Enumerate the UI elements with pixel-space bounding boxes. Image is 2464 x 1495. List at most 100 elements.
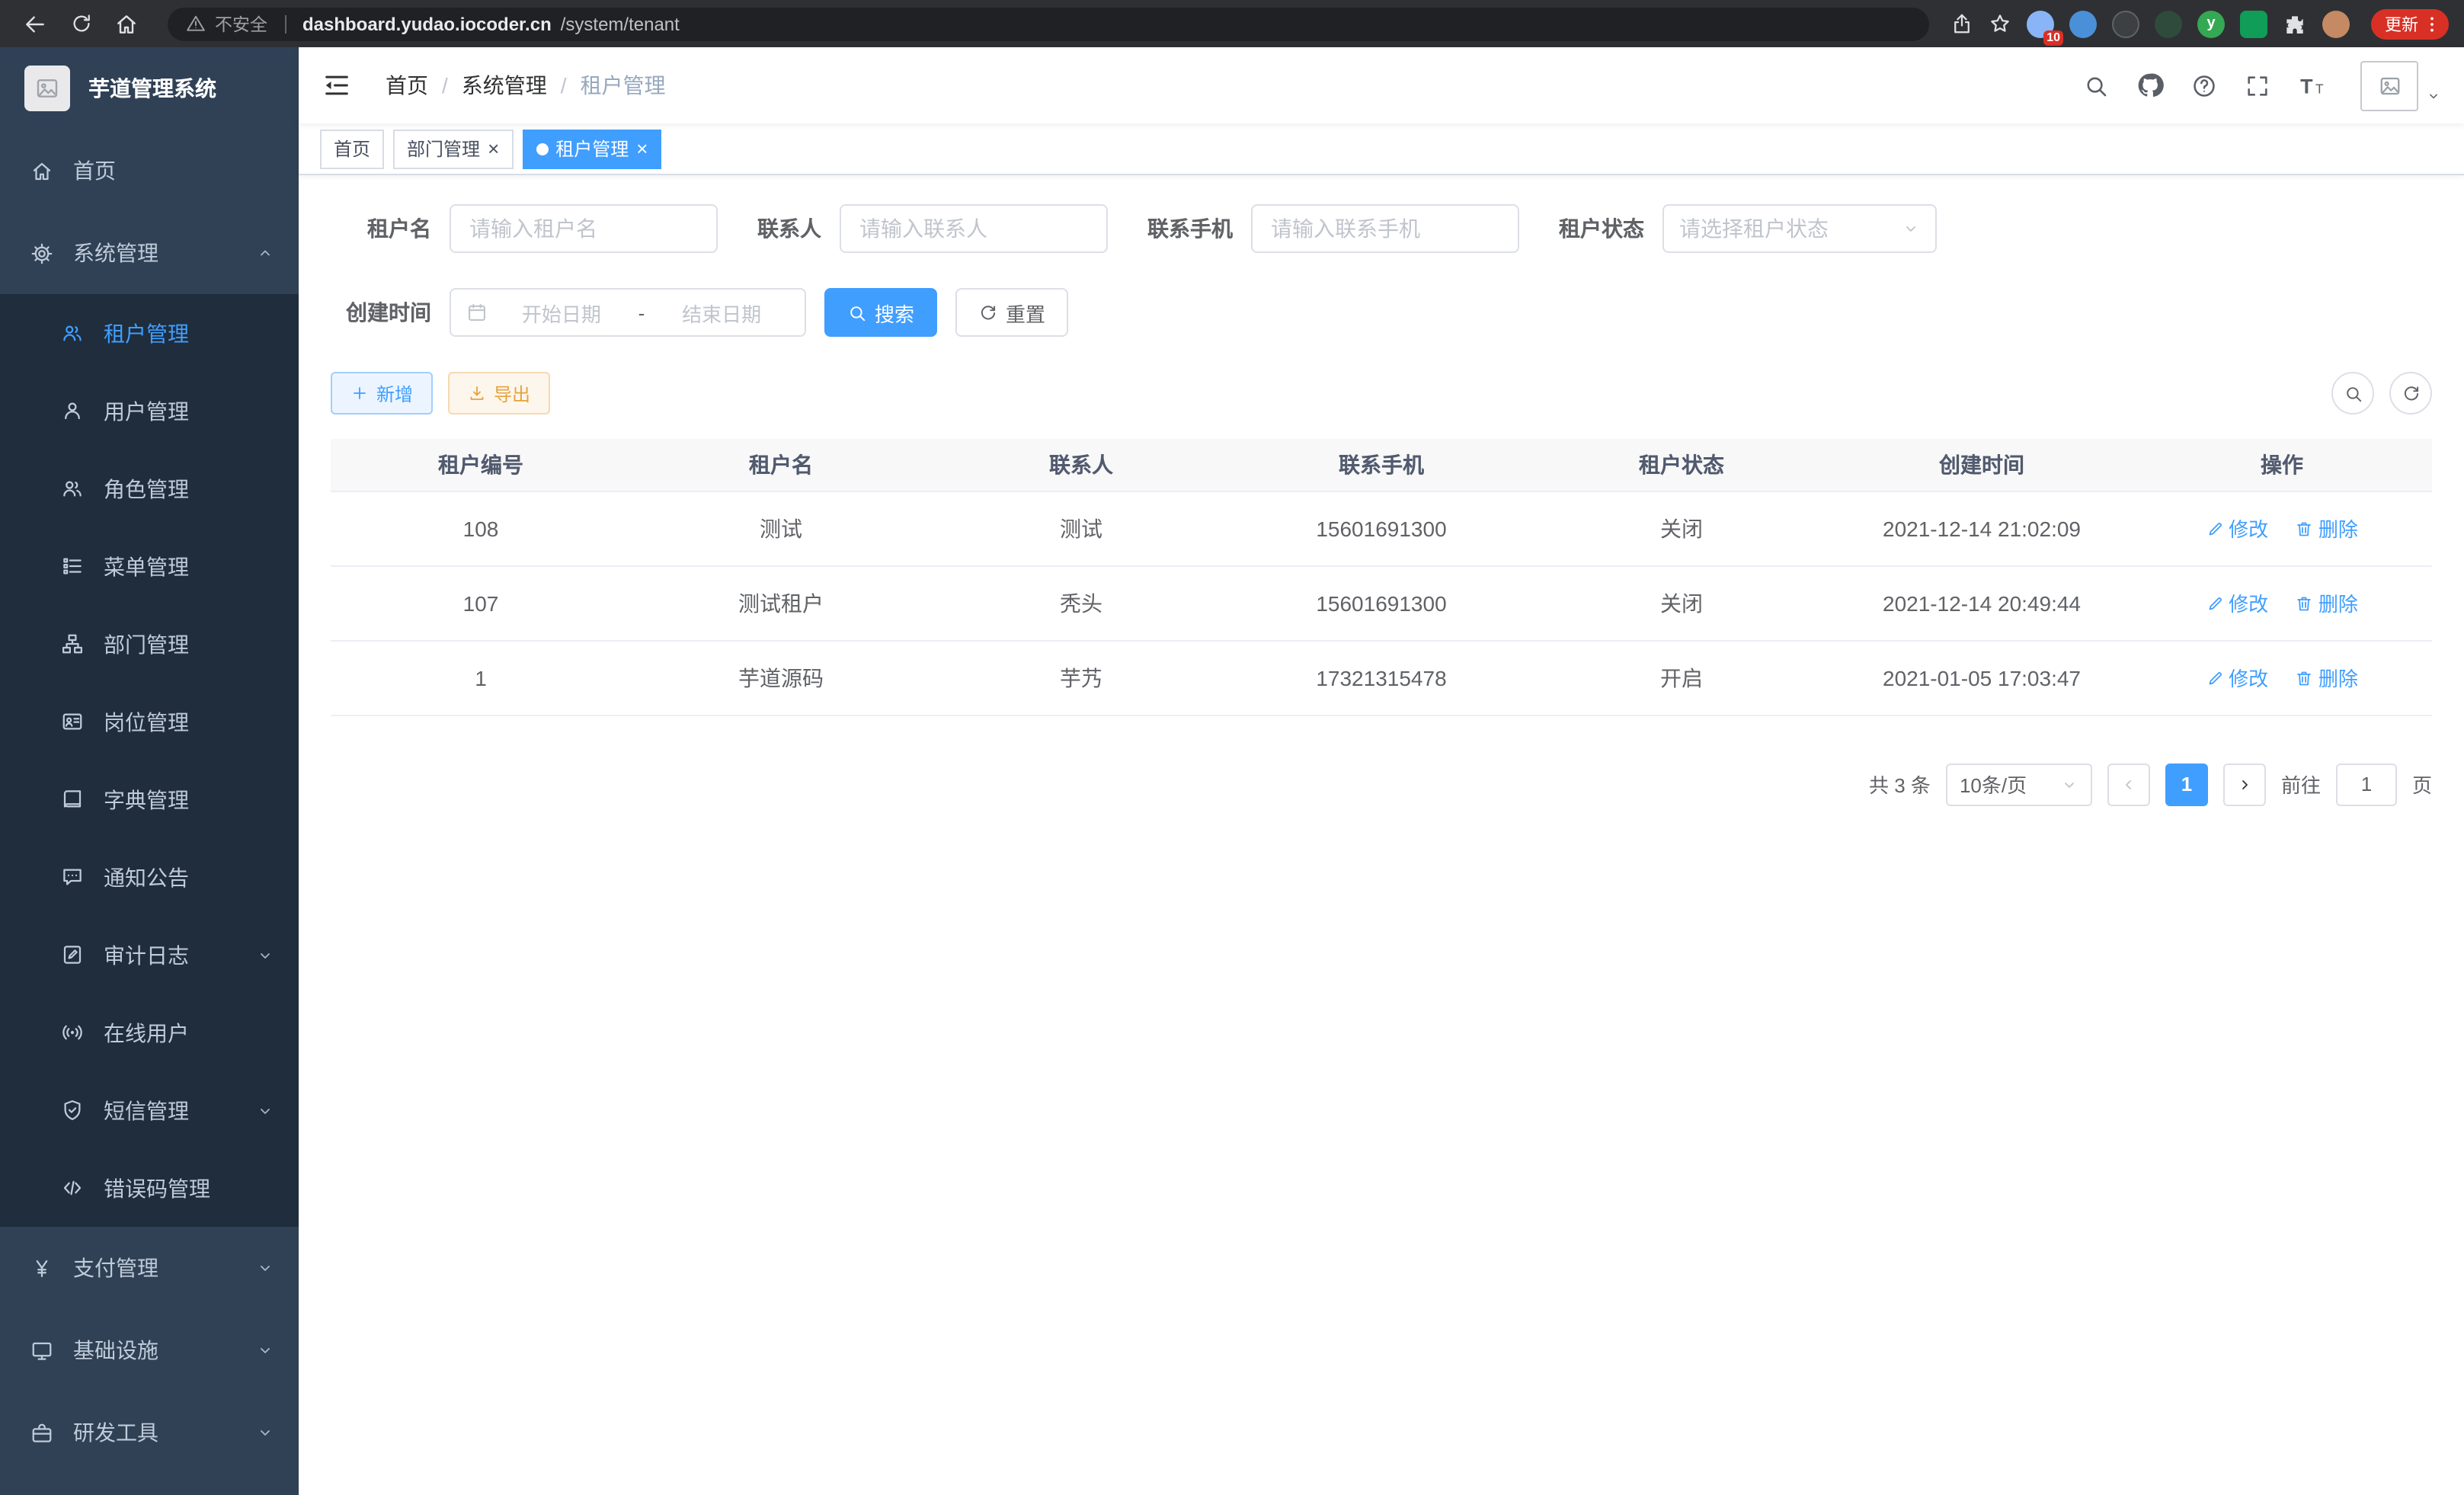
sidebar-item-role[interactable]: 角色管理 bbox=[0, 450, 299, 527]
tenant-name-input[interactable] bbox=[450, 204, 718, 253]
search-icon bbox=[847, 303, 867, 322]
sidebar-item-infra[interactable]: 基础设施 bbox=[0, 1309, 299, 1391]
tab-dept[interactable]: 部门管理 × bbox=[393, 129, 513, 168]
delete-link[interactable]: 删除 bbox=[2296, 663, 2358, 692]
sidebar-item-online-user[interactable]: 在线用户 bbox=[0, 994, 299, 1071]
dev-tools-icon bbox=[30, 1421, 53, 1444]
sidebar-menu: 首页 系统管理 租户管理 用户管理 角色管理 bbox=[0, 130, 299, 1474]
extension-icon-2[interactable] bbox=[2069, 10, 2097, 37]
sms-shield-icon bbox=[61, 1099, 84, 1122]
cell-contact: 秃头 bbox=[931, 565, 1231, 640]
sidebar-item-menu[interactable]: 菜单管理 bbox=[0, 527, 299, 605]
cell-tenant-name: 测试租户 bbox=[631, 565, 931, 640]
breadcrumb-system[interactable]: 系统管理 bbox=[462, 70, 547, 101]
contact-input[interactable] bbox=[840, 204, 1108, 253]
tab-tenant[interactable]: 租户管理 × bbox=[522, 129, 661, 168]
font-size-icon[interactable] bbox=[2298, 71, 2327, 100]
app-logo[interactable]: 芋道管理系统 bbox=[0, 47, 299, 130]
tags-view: 首页 部门管理 × 租户管理 × bbox=[299, 123, 2464, 175]
fullscreen-icon[interactable] bbox=[2245, 72, 2270, 98]
reset-button[interactable]: 重置 bbox=[955, 288, 1068, 337]
table-row: 1 芋道源码 芋艿 17321315478 开启 2021-01-05 17:0… bbox=[331, 640, 2432, 715]
page-unit-label: 页 bbox=[2412, 770, 2432, 799]
share-icon[interactable] bbox=[1950, 12, 1973, 35]
browser-home-icon[interactable] bbox=[107, 4, 146, 43]
bookmark-star-icon[interactable] bbox=[1989, 12, 2011, 35]
dict-book-icon bbox=[61, 788, 84, 811]
edit-link[interactable]: 修改 bbox=[2206, 514, 2268, 543]
cell-tenant-name: 测试 bbox=[631, 491, 931, 565]
sidebar-item-tenant[interactable]: 租户管理 bbox=[0, 294, 299, 372]
extension-icon-4[interactable] bbox=[2155, 10, 2182, 37]
prev-page-button[interactable] bbox=[2107, 763, 2150, 805]
table-row: 108 测试 测试 15601691300 关闭 2021-12-14 21:0… bbox=[331, 491, 2432, 565]
browser-toolbar-right: 10 y 更新 bbox=[1950, 8, 2449, 39]
goto-label: 前往 bbox=[2281, 770, 2321, 799]
delete-link[interactable]: 删除 bbox=[2296, 588, 2358, 617]
table-row: 107 测试租户 秃头 15601691300 关闭 2021-12-14 20… bbox=[331, 565, 2432, 640]
profile-avatar-icon[interactable] bbox=[2322, 10, 2350, 37]
browser-reload-icon[interactable] bbox=[61, 4, 101, 43]
close-icon[interactable]: × bbox=[636, 139, 648, 158]
edit-link[interactable]: 修改 bbox=[2206, 588, 2268, 617]
address-bar[interactable]: 不安全 dashboard.yudao.iocoder.cn/system/te… bbox=[168, 7, 1929, 40]
header-search-icon[interactable] bbox=[2083, 72, 2109, 98]
chevron-down-icon bbox=[256, 946, 274, 964]
sidebar-item-post[interactable]: 岗位管理 bbox=[0, 683, 299, 760]
extension-icon-1[interactable]: 10 bbox=[2027, 10, 2054, 37]
trash-icon bbox=[2296, 594, 2314, 612]
create-time-range-picker[interactable]: 开始日期 - 结束日期 bbox=[450, 288, 806, 337]
search-button[interactable]: 搜索 bbox=[824, 288, 937, 337]
total-count: 共 3 条 bbox=[1869, 770, 1931, 799]
extension-icon-5[interactable]: y bbox=[2197, 10, 2225, 37]
trash-icon bbox=[2296, 668, 2314, 687]
extension-icon-6[interactable] bbox=[2240, 10, 2267, 37]
sidebar-item-pay[interactable]: 支付管理 bbox=[0, 1227, 299, 1309]
main-content: 首页 / 系统管理 / 租户管理 bbox=[299, 47, 2464, 1495]
user-avatar bbox=[2360, 60, 2418, 110]
status-label: 租户状态 bbox=[1559, 213, 1644, 244]
tab-home[interactable]: 首页 bbox=[320, 129, 384, 168]
tenant-name-label: 租户名 bbox=[331, 213, 431, 244]
export-button[interactable]: 导出 bbox=[448, 372, 550, 415]
breadcrumb-home[interactable]: 首页 bbox=[386, 70, 428, 101]
next-page-button[interactable] bbox=[2223, 763, 2266, 805]
app-title: 芋道管理系统 bbox=[88, 73, 216, 104]
user-menu[interactable] bbox=[2360, 60, 2441, 110]
sidebar-toggle-icon[interactable] bbox=[322, 70, 352, 101]
page-1-button[interactable]: 1 bbox=[2165, 763, 2208, 805]
sidebar-item-dept[interactable]: 部门管理 bbox=[0, 605, 299, 683]
extension-icon-3[interactable] bbox=[2112, 10, 2139, 37]
phone-input[interactable] bbox=[1251, 204, 1519, 253]
browser-menu-dots-icon[interactable] bbox=[2421, 13, 2443, 34]
help-icon[interactable] bbox=[2191, 72, 2217, 98]
toggle-search-button[interactable] bbox=[2331, 372, 2374, 415]
goto-page-input[interactable] bbox=[2336, 763, 2397, 805]
browser-back-icon[interactable] bbox=[15, 4, 55, 43]
tenant-status-select[interactable]: 请选择租户状态 bbox=[1662, 204, 1937, 253]
sidebar-item-system[interactable]: 系统管理 bbox=[0, 212, 299, 294]
delete-link[interactable]: 删除 bbox=[2296, 514, 2358, 543]
sidebar-item-notice[interactable]: 通知公告 bbox=[0, 838, 299, 916]
sidebar-item-user[interactable]: 用户管理 bbox=[0, 372, 299, 450]
browser-update-button[interactable]: 更新 bbox=[2371, 8, 2449, 39]
plus-icon bbox=[350, 384, 369, 402]
page-size-select[interactable]: 10条/页 bbox=[1946, 763, 2092, 805]
sidebar-item-audit-log[interactable]: 审计日志 bbox=[0, 916, 299, 994]
sidebar-item-error-code[interactable]: 错误码管理 bbox=[0, 1149, 299, 1227]
not-secure-icon bbox=[186, 14, 206, 34]
sidebar-item-dev-tools[interactable]: 研发工具 bbox=[0, 1391, 299, 1474]
logo-image bbox=[24, 66, 70, 111]
extensions-puzzle-icon[interactable] bbox=[2283, 11, 2307, 36]
refresh-table-button[interactable] bbox=[2389, 372, 2432, 415]
close-icon[interactable]: × bbox=[488, 139, 499, 158]
top-navbar: 首页 / 系统管理 / 租户管理 bbox=[299, 47, 2464, 123]
sidebar-item-sms[interactable]: 短信管理 bbox=[0, 1071, 299, 1149]
github-icon[interactable] bbox=[2136, 72, 2164, 99]
sidebar-item-dict[interactable]: 字典管理 bbox=[0, 760, 299, 838]
phone-label: 联系手机 bbox=[1147, 213, 1233, 244]
sidebar-item-home[interactable]: 首页 bbox=[0, 130, 299, 212]
omnibox-divider bbox=[284, 14, 286, 33]
add-button[interactable]: 新增 bbox=[331, 372, 433, 415]
edit-link[interactable]: 修改 bbox=[2206, 663, 2268, 692]
